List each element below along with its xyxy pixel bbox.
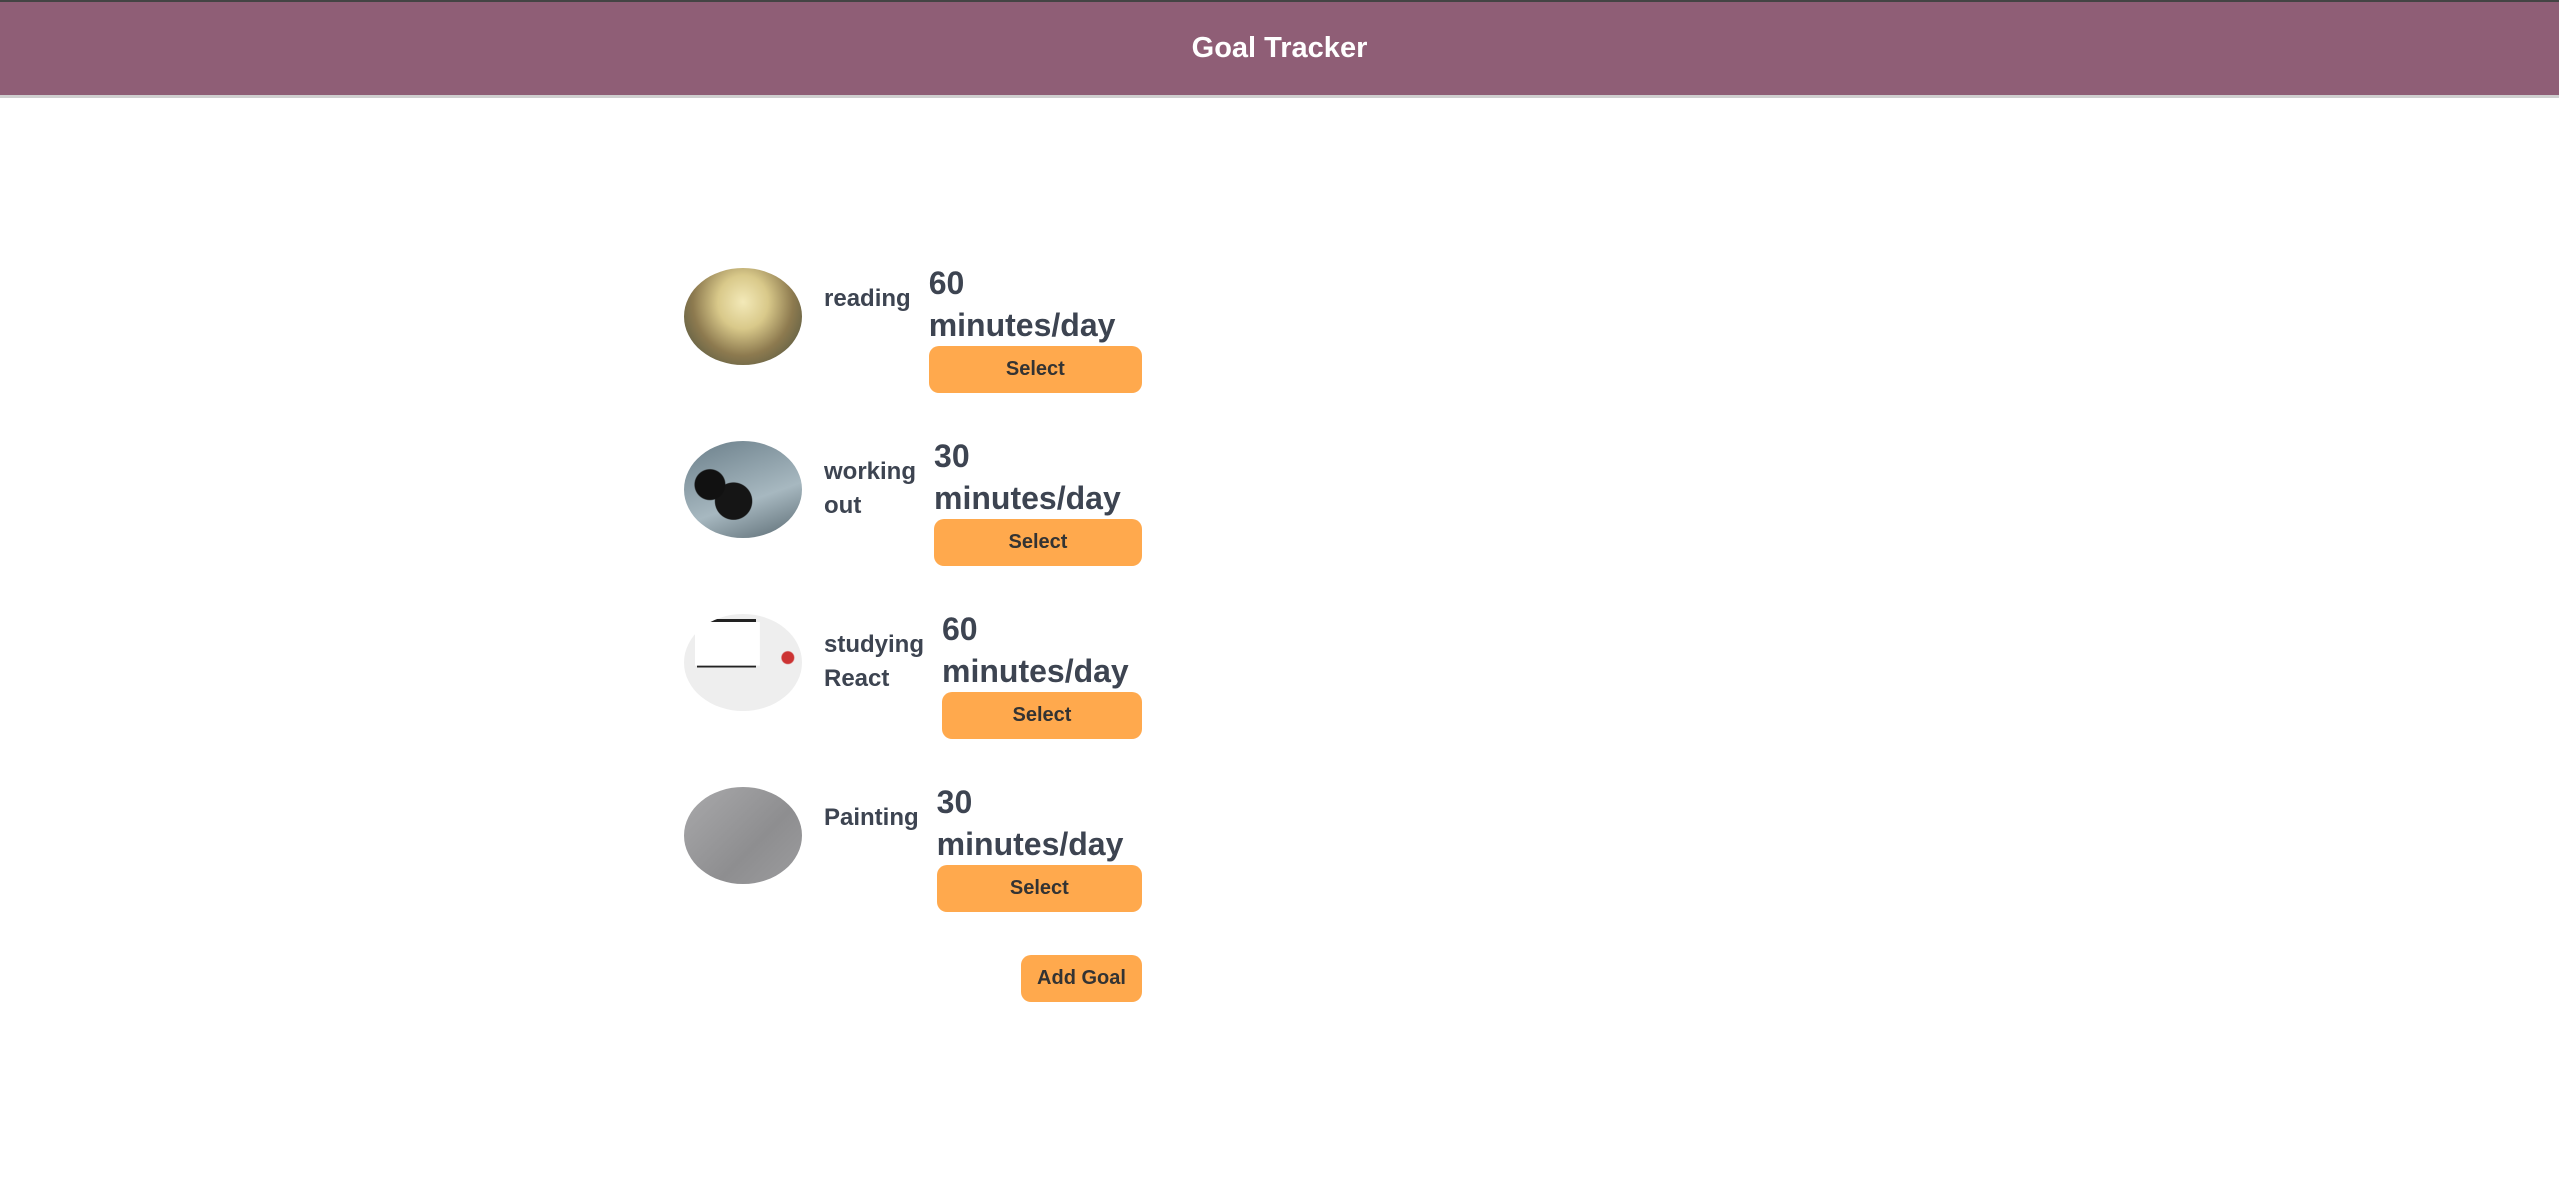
select-button[interactable]: Select <box>936 865 1142 912</box>
goal-image-reading <box>684 268 802 365</box>
goal-name: studying React <box>824 631 924 692</box>
goal-item: working out 30 minutes/day Select <box>684 435 1142 608</box>
select-button[interactable]: Select <box>928 346 1142 393</box>
goal-details: 30 minutes/day Select <box>934 435 1142 566</box>
goal-amount: 60 minutes/day <box>928 265 1116 343</box>
add-goal-button[interactable]: Add Goal <box>1021 955 1142 1002</box>
goal-name: reading <box>824 285 911 312</box>
goal-amount: 30 minutes/day <box>934 438 1121 516</box>
goal-image-working-out <box>684 441 802 538</box>
goal-details: 60 minutes/day Select <box>928 262 1142 393</box>
goal-item: reading 60 minutes/day Select <box>684 262 1142 435</box>
goal-item: studying React 60 minutes/day Select <box>684 608 1142 781</box>
goal-details: 60 minutes/day Select <box>942 608 1142 739</box>
app-header: Goal Tracker <box>0 0 2559 98</box>
goal-name: working out <box>824 458 917 519</box>
goal-amount: 60 minutes/day <box>942 611 1129 689</box>
goal-list: reading 60 minutes/day Select working ou… <box>684 262 1142 954</box>
goal-image-painting <box>684 787 802 884</box>
goal-image-studying-react <box>684 614 802 711</box>
app-title: Goal Tracker <box>1191 32 1368 64</box>
goal-amount: 30 minutes/day <box>936 784 1124 862</box>
goal-item: Painting 30 minutes/day Select <box>684 781 1142 954</box>
goal-name: Painting <box>824 804 919 831</box>
select-button[interactable]: Select <box>942 692 1142 739</box>
select-button[interactable]: Select <box>934 519 1142 566</box>
goal-details: 30 minutes/day Select <box>936 781 1142 912</box>
